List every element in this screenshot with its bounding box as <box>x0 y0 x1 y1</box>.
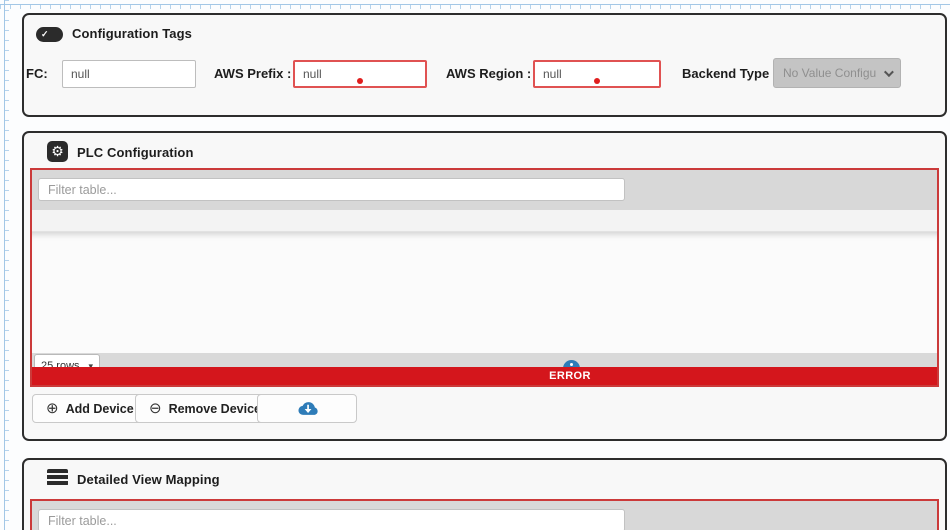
plc-filter-input[interactable] <box>38 178 625 201</box>
cloud-download-icon <box>294 400 320 417</box>
aws-prefix-error-dot <box>357 78 363 84</box>
plc-configuration-title: PLC Configuration <box>77 145 194 160</box>
aws-prefix-label: AWS Prefix : <box>214 60 291 88</box>
error-banner: ERROR <box>32 367 937 385</box>
canvas-ruler-left <box>0 0 10 530</box>
plc-table: 25 rows ▾ ERROR <box>30 168 939 387</box>
circled-minus-icon: ⊖ <box>149 401 162 416</box>
canvas-ruler-top <box>0 0 950 10</box>
aws-region-label: AWS Region : <box>446 60 531 88</box>
detailed-view-mapping-title: Detailed View Mapping <box>77 472 220 487</box>
backend-type-value: No Value Configured <box>783 66 876 80</box>
error-banner-label: ERROR <box>549 370 591 382</box>
fc-label: FC: <box>26 60 48 88</box>
aws-region-field <box>533 60 661 88</box>
backend-type-label: Backend Type : <box>682 60 777 88</box>
cloud-upload-button[interactable] <box>257 394 357 423</box>
configuration-tags-title: Configuration Tags <box>72 26 192 41</box>
plc-configuration-panel: ⚙ PLC Configuration 25 rows ▾ ERROR ⊕ Ad… <box>22 131 947 441</box>
mapping-filter-bar <box>32 501 937 530</box>
plc-table-header <box>32 210 937 232</box>
chevron-down-icon <box>884 67 894 77</box>
fc-input[interactable] <box>62 60 196 88</box>
configuration-tags-panel: ✓ Configuration Tags FC: AWS Prefix : AW… <box>22 13 947 117</box>
mapping-table <box>30 499 939 530</box>
table-rows-icon <box>47 469 68 486</box>
remove-device-button[interactable]: ⊖ Remove Device <box>135 394 275 423</box>
remove-device-label: Remove Device <box>169 402 261 416</box>
aws-prefix-field <box>293 60 427 88</box>
add-device-label: Add Device <box>66 402 134 416</box>
aws-region-error-dot <box>594 78 600 84</box>
toggle-check-icon: ✓ <box>36 27 63 42</box>
circled-plus-icon: ⊕ <box>46 401 59 416</box>
gear-icon: ⚙ <box>47 141 68 162</box>
plc-filter-bar <box>32 170 937 210</box>
add-device-button[interactable]: ⊕ Add Device <box>32 394 148 423</box>
detailed-view-mapping-panel: Detailed View Mapping <box>22 458 947 530</box>
mapping-filter-input[interactable] <box>38 509 625 530</box>
backend-type-select[interactable]: No Value Configured <box>773 58 901 88</box>
